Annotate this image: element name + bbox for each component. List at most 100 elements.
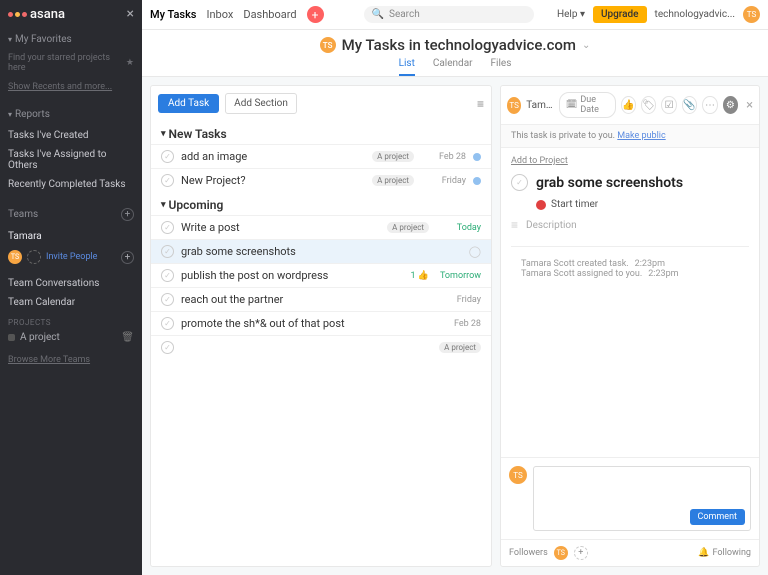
description-field[interactable]: ≡Description: [511, 218, 749, 232]
teams-header[interactable]: Teams+: [0, 202, 142, 227]
task-list: Add Task Add Section ≡ ▾New Tasks✓add an…: [150, 85, 492, 567]
project-tag[interactable]: A project: [372, 175, 414, 186]
project-tag[interactable]: A project: [372, 151, 414, 162]
sidebar-close-icon[interactable]: ×: [127, 6, 134, 22]
calendar-icon: 🗓: [566, 100, 577, 110]
task-row[interactable]: ✓ grab some screenshots ◯: [151, 239, 491, 263]
task-row[interactable]: ✓New Project?A projectFriday: [151, 168, 491, 192]
tab-list[interactable]: List: [399, 58, 415, 76]
browse-teams-link[interactable]: Browse More Teams: [0, 352, 142, 368]
favorites-header[interactable]: ▾My Favorites: [0, 28, 142, 51]
nav-dashboard[interactable]: Dashboard: [243, 8, 296, 21]
section-header[interactable]: ▾New Tasks: [151, 121, 491, 144]
help-menu[interactable]: Help ▾: [557, 9, 585, 20]
tab-files[interactable]: Files: [491, 58, 512, 76]
complete-checkbox[interactable]: ✓: [161, 174, 174, 187]
complete-checkbox[interactable]: ✓: [161, 150, 174, 163]
avatar[interactable]: TS: [743, 6, 760, 23]
tag-icon[interactable]: 🏷: [641, 96, 656, 114]
status-dot-icon: [473, 153, 481, 161]
comment-button[interactable]: Comment: [690, 509, 745, 525]
invite-link[interactable]: Invite People: [46, 252, 97, 262]
task-row[interactable]: ✓ promote the sh*& out of that post Feb 28: [151, 311, 491, 335]
favorites-hint: Find your starred projects here★: [0, 51, 142, 79]
projects-header: PROJECTS: [0, 312, 142, 329]
task-row[interactable]: ✓Write a postA projectToday: [151, 215, 491, 239]
chevron-down-icon: ▾: [161, 200, 166, 210]
more-icon[interactable]: ⋯: [702, 96, 717, 114]
report-completed[interactable]: Recently Completed Tasks: [0, 175, 142, 194]
filter-icon[interactable]: ≡: [477, 97, 484, 111]
project-tag[interactable]: A project: [387, 222, 429, 233]
section-header[interactable]: ▾Upcoming: [151, 192, 491, 215]
new-button[interactable]: +: [307, 6, 324, 23]
activity-row: Tamara Scott assigned to you.2:23pm: [521, 269, 739, 279]
complete-checkbox[interactable]: ✓: [161, 245, 174, 258]
upgrade-button[interactable]: Upgrade: [593, 6, 647, 23]
empty-avatar-icon: [27, 250, 41, 264]
show-recents-link[interactable]: Show Recents and more...: [0, 79, 142, 95]
invite-plus-icon[interactable]: +: [121, 251, 134, 264]
attach-icon[interactable]: 📎: [682, 96, 697, 114]
team-calendar[interactable]: Team Calendar: [0, 293, 142, 312]
avatar[interactable]: TS: [554, 546, 568, 560]
page-header: TS My Tasks in technologyadvice.com ⌄ Li…: [142, 30, 768, 77]
add-task-button[interactable]: Add Task: [158, 94, 219, 113]
gear-icon[interactable]: ⚙: [723, 96, 738, 114]
task-row[interactable]: ✓ A project: [151, 335, 491, 359]
task-title: New Project?: [181, 174, 365, 187]
account-name[interactable]: technologyadvic...: [655, 9, 735, 20]
add-follower-icon[interactable]: +: [574, 546, 588, 560]
search[interactable]: 🔍Search: [364, 6, 534, 23]
complete-checkbox[interactable]: ✓: [161, 317, 174, 330]
followers-label: Followers: [509, 548, 548, 558]
avatar[interactable]: TS: [507, 97, 521, 114]
reports-header[interactable]: ▾Reports: [0, 103, 142, 126]
like-icon[interactable]: 👍: [621, 96, 636, 114]
team-conversations[interactable]: Team Conversations: [0, 274, 142, 293]
start-timer-button[interactable]: Start timer: [536, 199, 749, 210]
add-section-button[interactable]: Add Section: [225, 93, 297, 114]
chevron-down-icon[interactable]: ⌄: [582, 40, 590, 51]
task-title[interactable]: grab some screenshots: [536, 175, 683, 191]
make-public-link[interactable]: Make public: [617, 131, 665, 141]
report-assigned[interactable]: Tasks I've Assigned to Others: [0, 145, 142, 175]
due-date: Feb 28: [436, 319, 481, 329]
nav-my-tasks[interactable]: My Tasks: [150, 8, 196, 21]
search-icon: 🔍: [372, 9, 384, 20]
following-toggle[interactable]: 🔔Following: [698, 548, 751, 558]
complete-checkbox[interactable]: ✓: [161, 269, 174, 282]
bell-icon: 🔔: [698, 548, 709, 558]
add-team-icon[interactable]: +: [121, 208, 134, 221]
task-title: promote the sh*& out of that post: [181, 317, 429, 330]
task-row[interactable]: ✓add an imageA projectFeb 28: [151, 144, 491, 168]
comment-input[interactable]: Comment: [533, 466, 751, 531]
complete-checkbox[interactable]: ✓: [161, 341, 174, 354]
sidebar-project[interactable]: A project🗑: [0, 329, 142, 346]
brand: asana: [30, 7, 65, 22]
project-tag[interactable]: A project: [439, 342, 481, 353]
avatar: TS: [320, 37, 336, 53]
team-name[interactable]: Tamara: [0, 227, 142, 246]
task-title: reach out the partner: [181, 293, 429, 306]
detail-open-icon[interactable]: ◯: [469, 245, 481, 258]
due-date: Today: [436, 223, 481, 233]
report-created[interactable]: Tasks I've Created: [0, 126, 142, 145]
nav-inbox[interactable]: Inbox: [206, 8, 233, 21]
task-title: grab some screenshots: [181, 245, 462, 258]
complete-checkbox[interactable]: ✓: [161, 293, 174, 306]
add-to-project-link[interactable]: Add to Project: [511, 156, 749, 166]
task-row[interactable]: ✓reach out the partnerFriday: [151, 287, 491, 311]
complete-checkbox[interactable]: ✓: [511, 174, 528, 191]
task-detail: TS Tama... 🗓Due Date 👍 🏷 ☑ 📎 ⋯ ⚙ × This …: [500, 85, 760, 567]
complete-checkbox[interactable]: ✓: [161, 221, 174, 234]
archive-icon[interactable]: 🗑: [121, 332, 134, 343]
tab-calendar[interactable]: Calendar: [433, 58, 473, 76]
due-date-button[interactable]: 🗓Due Date: [559, 92, 616, 118]
page-title: My Tasks in technologyadvice.com: [342, 36, 576, 54]
close-icon[interactable]: ×: [746, 98, 753, 113]
subtask-icon[interactable]: ☑: [661, 96, 676, 114]
like-count: 1 👍: [411, 271, 430, 281]
task-row[interactable]: ✓publish the post on wordpress1 👍Tomorro…: [151, 263, 491, 287]
assignee-name[interactable]: Tama...: [526, 100, 554, 111]
